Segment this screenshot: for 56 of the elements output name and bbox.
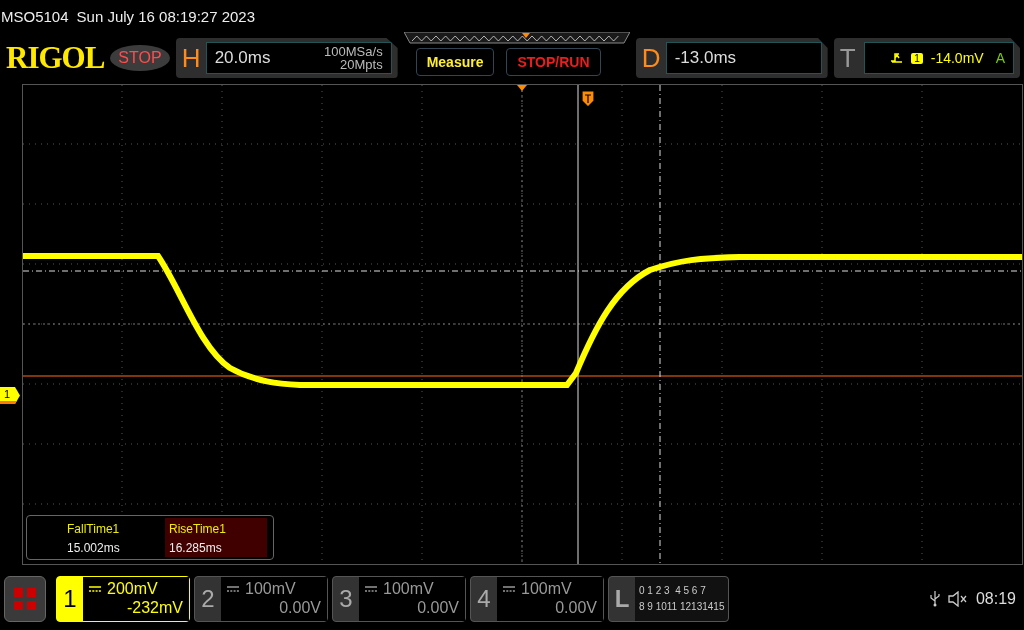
trigger-level: -14.0mV — [930, 50, 984, 66]
dc-coupling-icon — [227, 585, 239, 592]
channel-number: 4 — [476, 584, 492, 614]
trigger-source: 1 — [911, 52, 923, 64]
channel-offset: 0.00V — [417, 598, 459, 617]
trigger-mode: A — [995, 50, 1005, 66]
run-status: STOP — [110, 45, 170, 71]
channel-number: 3 — [338, 584, 354, 614]
delay-value: -13.0ms — [674, 48, 737, 68]
dc-coupling-icon — [89, 585, 101, 592]
memory-depth: 20Mpts — [340, 58, 383, 71]
usb-icon — [929, 591, 940, 607]
measurement-item[interactable]: RiseTime1 16.285ms — [165, 518, 267, 557]
channel-number: 2 — [200, 584, 216, 614]
horizontal-panel[interactable]: H 20.0ms 100MSa/s 20Mpts — [175, 38, 398, 78]
trigger-marker-icon — [581, 90, 595, 108]
channel-scale: 100mV — [245, 579, 296, 598]
grid-menu-icon — [14, 588, 36, 610]
logic-channels: 0 1 2 3 4 5 6 7 — [639, 584, 707, 598]
logic-channels: 8 9 1011 12131415 — [639, 600, 725, 614]
logic-label: L — [613, 585, 631, 613]
delay-label: D — [641, 42, 662, 74]
horizontal-label: H — [181, 42, 202, 74]
toolbar-button[interactable]: STOP/RUN — [506, 48, 601, 76]
measurement-value: 16.285ms — [169, 541, 223, 555]
brand-logo: RIGOL — [6, 40, 105, 76]
model-name: MSO5104 — [1, 7, 69, 25]
channel-offset: -232mV — [126, 598, 183, 617]
measurement-item[interactable]: FallTime1 15.002ms — [63, 518, 165, 557]
trigger-position-icon — [517, 85, 527, 91]
channel-scale: 100mV — [383, 579, 434, 598]
channel-offset: 0.00V — [279, 598, 321, 617]
timebase-value: 20.0ms — [214, 48, 271, 68]
delay-panel[interactable]: D -13.0ms — [635, 38, 828, 78]
status-time: 08:19 — [975, 590, 1016, 608]
toolbar-button[interactable]: Measure — [415, 48, 495, 76]
measurement-value: 15.002ms — [67, 541, 121, 555]
channel-number: 1 — [62, 584, 78, 614]
channel-offset: 0.00V — [555, 598, 597, 617]
rising-edge-icon — [891, 52, 904, 64]
trigger-panel[interactable]: T 1 -14.0mV A — [833, 38, 1020, 78]
speaker-muted-icon[interactable] — [947, 591, 968, 607]
date-time: Sun July 16 08:19:27 2023 — [76, 7, 256, 25]
channel-scale: 200mV — [107, 579, 158, 598]
dc-coupling-icon — [503, 585, 515, 592]
measurement-name: RiseTime1 — [169, 522, 227, 536]
channel-marker[interactable]: 1 — [0, 387, 20, 404]
channel-scale: 100mV — [521, 579, 572, 598]
dc-coupling-icon — [365, 585, 377, 592]
trigger-label: T — [839, 42, 857, 74]
channel-tab[interactable]: 1 200mV -232mV — [56, 576, 190, 622]
channel-tab[interactable]: 4 100mV 0.00V — [470, 576, 604, 622]
measurement-name: FallTime1 — [67, 522, 121, 536]
channel-tab[interactable]: 2 100mV 0.00V — [194, 576, 328, 622]
channel-tab[interactable]: 3 100mV 0.00V — [332, 576, 466, 622]
sample-rate: 100MSa/s — [324, 45, 383, 58]
